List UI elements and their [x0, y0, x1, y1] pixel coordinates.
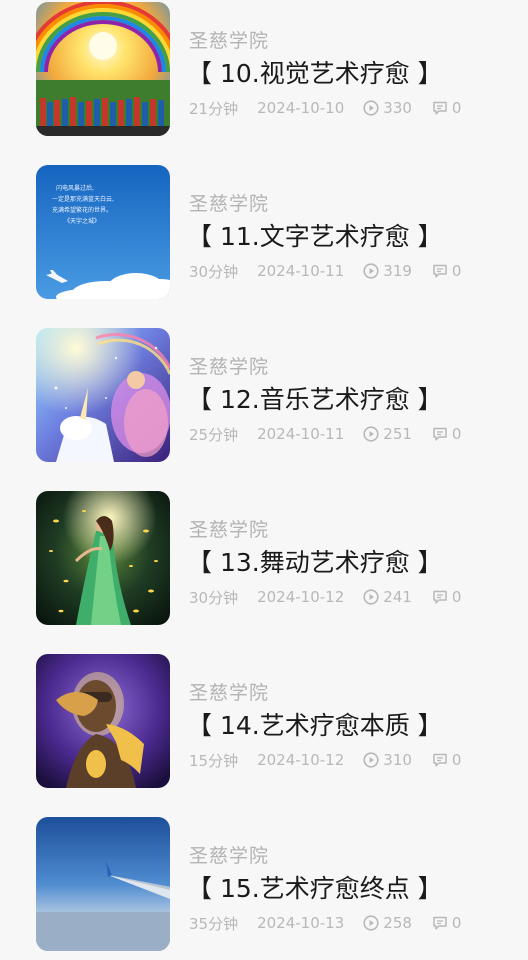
course-source: 圣慈学院 — [189, 356, 270, 378]
view-count-value: 330 — [383, 99, 412, 117]
play-circle-icon — [363, 589, 379, 605]
course-list: 圣慈学院 【 10.视觉艺术疗愈 】 21分钟 2024-10-10 330 0 — [0, 0, 528, 960]
course-item[interactable]: 圣慈学院 【 15.艺术疗愈终点 】 35分钟 2024-10-13 258 0 — [0, 817, 528, 957]
view-count-value: 310 — [383, 751, 412, 769]
rainbow-sun-image — [36, 2, 170, 136]
comment-count[interactable]: 0 — [432, 262, 462, 280]
poem-line: 充满希望繁花的世界。 — [52, 206, 112, 214]
view-count: 258 — [363, 914, 412, 932]
comment-bubble-icon — [432, 426, 448, 442]
airplane-wing-image — [36, 817, 170, 951]
comment-count-value: 0 — [451, 262, 462, 280]
comment-count[interactable]: 0 — [432, 914, 462, 932]
view-count-value: 241 — [383, 588, 412, 606]
unicorn-fairy-image — [36, 328, 170, 462]
course-thumbnail[interactable] — [36, 654, 170, 788]
course-thumbnail[interactable]: 闪电风暴过后, 一定是那充满蓝天白云, 充满希望繁花的世界。 《天宇之城》 — [36, 165, 170, 299]
course-thumbnail[interactable] — [36, 328, 170, 462]
course-date: 2024-10-10 — [257, 99, 345, 117]
comment-bubble-icon — [432, 752, 448, 768]
course-duration: 35分钟 — [189, 914, 239, 933]
view-count-value: 251 — [383, 425, 412, 443]
course-source: 圣慈学院 — [189, 193, 270, 215]
view-count: 251 — [363, 425, 412, 443]
course-date: 2024-10-13 — [257, 914, 345, 932]
poem-line: 闪电风暴过后, — [56, 184, 94, 192]
course-source: 圣慈学院 — [189, 30, 270, 52]
comment-bubble-icon — [432, 100, 448, 116]
view-count: 319 — [363, 262, 412, 280]
view-count-value: 319 — [383, 262, 412, 280]
course-source: 圣慈学院 — [189, 845, 270, 867]
play-circle-icon — [363, 100, 379, 116]
course-title[interactable]: 【 11.文字艺术疗愈 】 — [187, 217, 443, 253]
poem-line: 《天宇之城》 — [64, 217, 100, 225]
course-meta: 15分钟 2024-10-12 310 0 — [189, 748, 461, 772]
course-title[interactable]: 【 12.音乐艺术疗愈 】 — [187, 380, 443, 416]
course-item[interactable]: 圣慈学院 【 10.视觉艺术疗愈 】 21分钟 2024-10-10 330 0 — [0, 2, 528, 142]
view-count: 330 — [363, 99, 412, 117]
course-source: 圣慈学院 — [189, 519, 270, 541]
course-meta: 30分钟 2024-10-12 241 0 — [189, 585, 461, 609]
comment-count[interactable]: 0 — [432, 588, 462, 606]
course-title[interactable]: 【 13.舞动艺术疗愈 】 — [187, 543, 443, 579]
comment-count-value: 0 — [451, 588, 462, 606]
course-duration: 30分钟 — [189, 588, 239, 607]
course-source: 圣慈学院 — [189, 682, 270, 704]
course-date: 2024-10-11 — [257, 262, 345, 280]
course-thumbnail[interactable] — [36, 2, 170, 136]
play-circle-icon — [363, 915, 379, 931]
view-count-value: 258 — [383, 914, 412, 932]
play-circle-icon — [363, 263, 379, 279]
course-meta: 35分钟 2024-10-13 258 0 — [189, 911, 461, 935]
course-item[interactable]: 圣慈学院 【 13.舞动艺术疗愈 】 30分钟 2024-10-12 241 0 — [0, 491, 528, 631]
course-date: 2024-10-11 — [257, 425, 345, 443]
course-duration: 15分钟 — [189, 751, 239, 770]
course-date: 2024-10-12 — [257, 751, 345, 769]
dancing-woman-image — [36, 491, 170, 625]
course-title[interactable]: 【 15.艺术疗愈终点 】 — [187, 869, 443, 905]
course-item[interactable]: 闪电风暴过后, 一定是那充满蓝天白云, 充满希望繁花的世界。 《天宇之城》 圣慈… — [0, 165, 528, 305]
course-duration: 25分钟 — [189, 425, 239, 444]
course-meta: 25分钟 2024-10-11 251 0 — [189, 422, 461, 446]
comment-bubble-icon — [432, 915, 448, 931]
comment-count[interactable]: 0 — [432, 99, 462, 117]
face-hands-glow-image — [36, 654, 170, 788]
course-duration: 21分钟 — [189, 99, 239, 118]
course-thumbnail[interactable] — [36, 817, 170, 951]
course-date: 2024-10-12 — [257, 588, 345, 606]
comment-count[interactable]: 0 — [432, 425, 462, 443]
view-count: 310 — [363, 751, 412, 769]
course-title[interactable]: 【 10.视觉艺术疗愈 】 — [187, 54, 443, 90]
course-meta: 21分钟 2024-10-10 330 0 — [189, 96, 461, 120]
comment-count-value: 0 — [451, 751, 462, 769]
course-item[interactable]: 圣慈学院 【 14.艺术疗愈本质 】 15分钟 2024-10-12 310 0 — [0, 654, 528, 794]
view-count: 241 — [363, 588, 412, 606]
course-duration: 30分钟 — [189, 262, 239, 281]
comment-count-value: 0 — [451, 914, 462, 932]
comment-count-value: 0 — [451, 425, 462, 443]
course-title[interactable]: 【 14.艺术疗愈本质 】 — [187, 706, 443, 742]
comment-count-value: 0 — [451, 99, 462, 117]
comment-count[interactable]: 0 — [432, 751, 462, 769]
course-item[interactable]: 圣慈学院 【 12.音乐艺术疗愈 】 25分钟 2024-10-11 251 0 — [0, 328, 528, 468]
course-meta: 30分钟 2024-10-11 319 0 — [189, 259, 461, 283]
play-circle-icon — [363, 426, 379, 442]
blue-sky-poem-image: 闪电风暴过后, 一定是那充满蓝天白云, 充满希望繁花的世界。 《天宇之城》 — [36, 165, 170, 299]
comment-bubble-icon — [432, 589, 448, 605]
comment-bubble-icon — [432, 263, 448, 279]
poem-line: 一定是那充满蓝天白云, — [52, 195, 114, 203]
play-circle-icon — [363, 752, 379, 768]
course-thumbnail[interactable] — [36, 491, 170, 625]
